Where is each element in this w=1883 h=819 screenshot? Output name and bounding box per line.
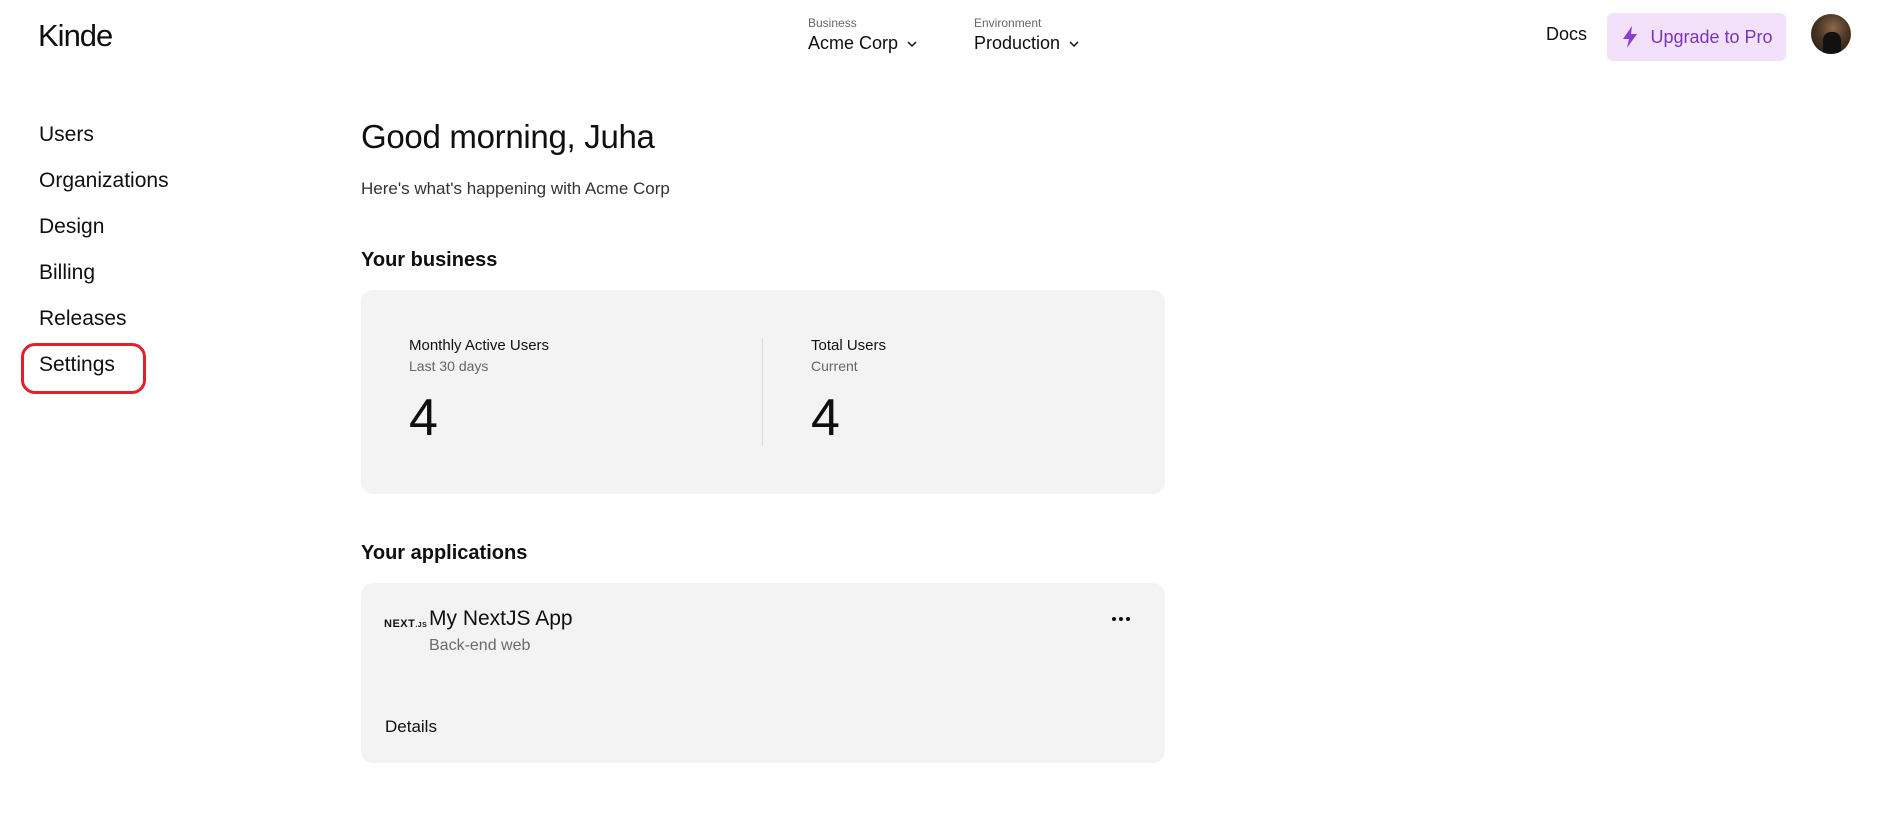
stat-label: Monthly Active Users (409, 337, 550, 354)
page-subtitle: Here's what's happening with Acme Corp (361, 179, 670, 198)
stat-divider (762, 338, 763, 446)
ellipsis-icon-dot (1126, 617, 1130, 621)
applications-section-title: Your applications (361, 542, 528, 564)
settings-highlight-annotation (21, 343, 146, 394)
environment-value: Production (974, 33, 1061, 53)
nextjs-logo-icon: NEXT.JS (384, 618, 428, 630)
dashboard-page: Kinde Business Acme Corp Environment Pro… (0, 0, 1883, 819)
business-caption: Business (808, 16, 857, 30)
business-switcher[interactable]: Business Acme Corp (808, 16, 918, 54)
upgrade-to-pro-button[interactable]: Upgrade to Pro (1607, 13, 1786, 61)
stat-value: 4 (409, 389, 438, 447)
app-details-link[interactable]: Details (385, 717, 437, 737)
environment-caption: Environment (974, 16, 1042, 30)
chevron-down-icon (907, 40, 917, 47)
stat-value: 4 (811, 389, 840, 447)
lightning-icon (1623, 26, 1638, 48)
ellipsis-icon (1112, 617, 1116, 621)
business-section-title: Your business (361, 249, 498, 271)
sidebar-item-organizations[interactable]: Organizations (39, 168, 169, 214)
kinde-logo[interactable]: Kinde (38, 18, 113, 54)
more-options-button[interactable] (1107, 609, 1135, 629)
sidebar-item-billing[interactable]: Billing (39, 260, 169, 306)
application-card: NEXT.JS My NextJS App Back-end web Detai… (361, 583, 1165, 763)
app-name[interactable]: My NextJS App (429, 607, 573, 631)
chevron-down-icon (1069, 40, 1079, 47)
sidebar-item-users[interactable]: Users (39, 122, 169, 168)
stat-period: Last 30 days (409, 358, 489, 374)
environment-switcher[interactable]: Environment Production (974, 16, 1080, 54)
page-title: Good morning, Juha (361, 118, 655, 155)
stat-label: Total Users (811, 337, 887, 354)
business-stats-card: Monthly Active Users Last 30 days 4 Tota… (361, 290, 1165, 494)
business-value: Acme Corp (808, 33, 899, 53)
app-type: Back-end web (429, 637, 531, 654)
docs-link[interactable]: Docs (1546, 24, 1587, 45)
avatar[interactable] (1811, 14, 1851, 54)
sidebar-item-design[interactable]: Design (39, 214, 169, 260)
ellipsis-icon-dot (1119, 617, 1123, 621)
upgrade-label: Upgrade to Pro (1650, 26, 1773, 47)
stat-period: Current (811, 358, 858, 374)
total-users-stat: Total Users Current 4 (811, 337, 886, 448)
monthly-active-users-stat: Monthly Active Users Last 30 days 4 (409, 337, 549, 448)
